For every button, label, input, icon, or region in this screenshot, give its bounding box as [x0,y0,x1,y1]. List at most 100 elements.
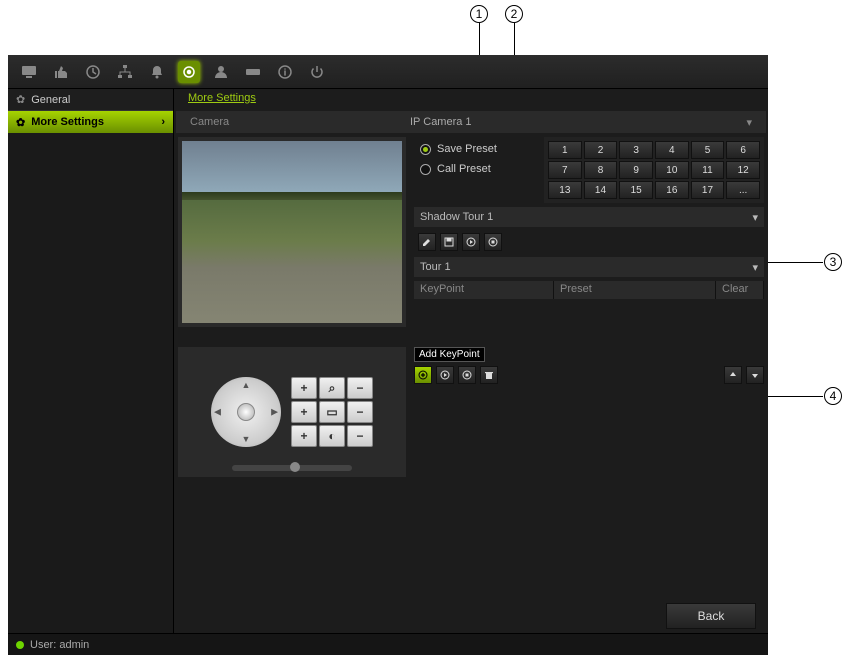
sidebar-label: More Settings [31,116,104,128]
info-icon[interactable] [274,61,296,83]
preset-radio-group: Save Preset Call Preset [414,137,534,203]
col-preset: Preset [554,281,716,299]
move-up-button[interactable] [724,366,742,384]
gear-icon: ✿ [16,116,25,129]
save-button[interactable] [440,233,458,251]
focus-in-button[interactable]: + [291,401,317,423]
edit-button[interactable] [418,233,436,251]
chevron-right-icon: › [161,116,165,128]
shadow-tour-header[interactable]: Shadow Tour 1 ▾ [414,207,764,227]
iris-icon[interactable]: ◐ [319,425,345,447]
preset-btn-8[interactable]: 8 [584,161,618,179]
camera-value: IP Camera 1 [410,116,472,128]
callout-4-number: 4 [824,387,842,405]
bell-icon[interactable] [146,61,168,83]
slider-knob[interactable] [290,462,300,472]
move-down-button[interactable] [746,366,764,384]
radio-dot [420,144,431,155]
iris-in-button[interactable]: + [291,425,317,447]
sidebar: ✿ General ✿ More Settings › [8,89,174,633]
stop-button[interactable] [484,233,502,251]
sidebar-label: General [31,94,70,106]
ptz-speed-slider[interactable] [232,465,352,471]
callout-2-number: 2 [505,5,523,23]
thumbup-icon[interactable] [50,61,72,83]
preset-btn-9[interactable]: 9 [619,161,653,179]
radio-label: Save Preset [437,143,497,155]
preset-btn-13[interactable]: 13 [548,181,582,199]
radio-call-preset[interactable]: Call Preset [420,163,528,175]
tour-table-body [414,303,764,339]
power-icon[interactable] [306,61,328,83]
preset-btn-4[interactable]: 4 [655,141,689,159]
focus-icon[interactable]: ▭ [319,401,345,423]
add-keypoint-tooltip: Add KeyPoint [414,347,485,362]
preset-btn-17[interactable]: 17 [691,181,725,199]
radio-label: Call Preset [437,163,491,175]
callout-3-number: 3 [824,253,842,271]
callout-1-number: 1 [470,5,488,23]
play-button[interactable] [462,233,480,251]
preset-btn-5[interactable]: 5 [691,141,725,159]
ptz-direction-wheel[interactable]: ▲ ▼ ▶ ◀ [211,377,281,447]
keypoint-toolbar [414,364,764,386]
arrow-right-icon: ▶ [271,407,278,418]
chevron-down-icon: ▾ [752,211,758,224]
tour-label: Tour 1 [420,261,451,273]
preset-btn-1[interactable]: 1 [548,141,582,159]
preset-btn-14[interactable]: 14 [584,181,618,199]
arrow-left-icon: ◀ [214,407,221,418]
content-area: More Settings Camera IP Camera 1 ▾ Save … [174,89,768,633]
camera-selector[interactable]: Camera IP Camera 1 ▾ [176,111,766,133]
status-user-label: User: admin [30,639,89,651]
preset-number-grid: 1 2 3 4 5 6 7 8 9 10 11 12 13 [544,137,764,203]
radio-dot [420,164,431,175]
ptz-adjust-grid: + ⌕ − + ▭ − + ◐ − [291,377,373,447]
camera-label: Camera [190,116,410,128]
keypoint-stop-button[interactable] [458,366,476,384]
preset-btn-15[interactable]: 15 [619,181,653,199]
tour-table-header: KeyPoint Preset Clear [414,281,764,299]
preset-btn-3[interactable]: 3 [619,141,653,159]
sidebar-item-general[interactable]: ✿ General [8,89,173,111]
preset-btn-6[interactable]: 6 [726,141,760,159]
page-title: More Settings [174,89,768,109]
back-button[interactable]: Back [666,603,756,629]
preset-btn-10[interactable]: 10 [655,161,689,179]
callout-4-line [762,396,823,397]
zoom-out-button[interactable]: − [347,377,373,399]
chevron-down-icon: ▾ [752,261,758,274]
focus-out-button[interactable]: − [347,401,373,423]
preset-btn-more[interactable]: ... [726,181,760,199]
ptz-icon[interactable] [178,61,200,83]
keypoint-play-button[interactable] [436,366,454,384]
status-indicator-icon [16,641,24,649]
iris-out-button[interactable]: − [347,425,373,447]
sidebar-item-more-settings[interactable]: ✿ More Settings › [8,111,173,133]
gear-icon: ✿ [16,93,25,106]
preset-btn-16[interactable]: 16 [655,181,689,199]
zoom-in-button[interactable]: + [291,377,317,399]
network-icon[interactable] [114,61,136,83]
tour-header[interactable]: Tour 1 ▾ [414,257,764,277]
preset-btn-2[interactable]: 2 [584,141,618,159]
user-icon[interactable] [210,61,232,83]
chevron-down-icon: ▾ [746,116,752,129]
clock-icon[interactable] [82,61,104,83]
add-keypoint-button[interactable] [414,366,432,384]
preset-btn-7[interactable]: 7 [548,161,582,179]
radio-save-preset[interactable]: Save Preset [420,143,528,155]
keypoint-delete-button[interactable] [480,366,498,384]
col-clear: Clear [716,281,764,299]
video-preview [182,141,402,323]
col-keypoint: KeyPoint [414,281,554,299]
preset-btn-11[interactable]: 11 [691,161,725,179]
monitor-icon[interactable] [18,61,40,83]
zoom-icon[interactable]: ⌕ [319,377,345,399]
preset-btn-12[interactable]: 12 [726,161,760,179]
top-toolbar [8,55,768,89]
arrow-up-icon: ▲ [242,380,251,390]
ptz-center-button[interactable] [237,403,255,421]
arrow-down-icon: ▼ [242,434,251,444]
device-icon[interactable] [242,61,264,83]
